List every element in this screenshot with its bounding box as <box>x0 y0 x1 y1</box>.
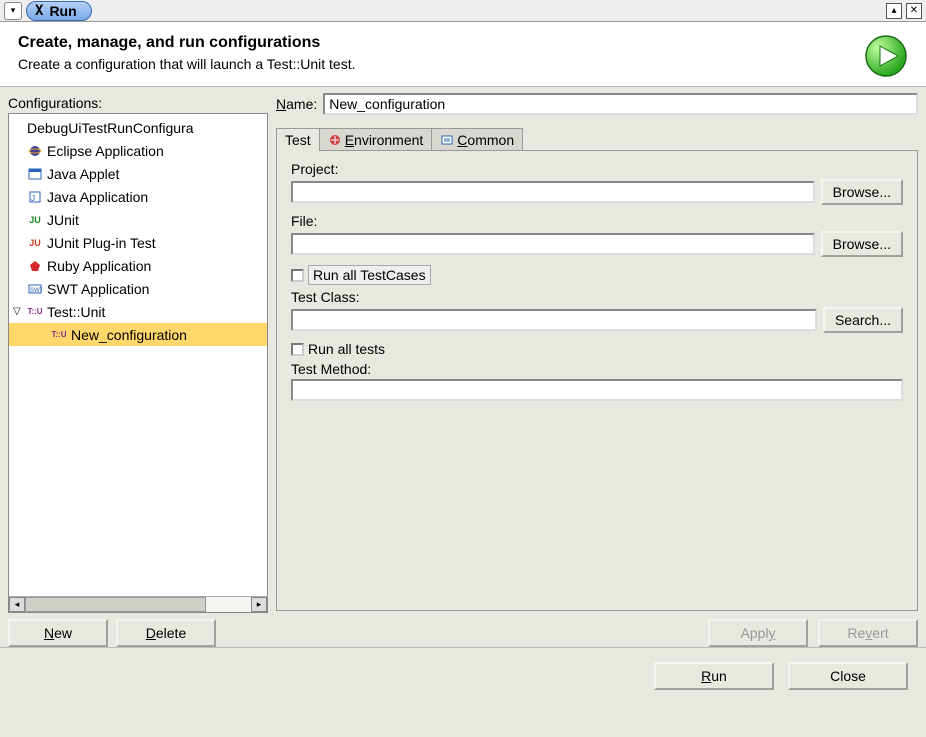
browse-file-button[interactable]: Browse... <box>821 231 903 257</box>
java-icon: J <box>27 189 43 205</box>
tree-item-label: Java Applet <box>47 166 119 182</box>
project-input[interactable] <box>291 181 815 203</box>
eclipse-icon <box>27 143 43 159</box>
run-button[interactable]: Run <box>654 662 774 690</box>
tab-label: Common <box>457 132 514 148</box>
revert-button[interactable]: Revert <box>818 619 918 647</box>
tree-item-eclipse[interactable]: Eclipse Application <box>9 139 267 162</box>
tree-item-label: JUnit <box>47 212 79 228</box>
svg-text:J: J <box>31 194 35 203</box>
name-label: Name: <box>276 96 317 112</box>
tree-item-label: New_configuration <box>71 327 187 343</box>
test-method-input[interactable] <box>291 379 903 401</box>
scroll-right-button[interactable]: ▸ <box>251 597 267 612</box>
window-menu-button[interactable]: ▾ <box>4 2 22 20</box>
tab-body-test: Project: Browse... File: Browse... Run a… <box>276 150 918 611</box>
tree-item-new-configuration[interactable]: T::U New_configuration <box>9 323 267 346</box>
tree-item-java-app[interactable]: J Java Application <box>9 185 267 208</box>
tree-item-label: DebugUiTestRunConfigura <box>27 120 194 136</box>
tree-item-ruby[interactable]: Ruby Application <box>9 254 267 277</box>
tree-item-label: Ruby Application <box>47 258 151 274</box>
testunit-icon: T::U <box>27 304 43 320</box>
expand-icon[interactable]: ▽ <box>13 306 21 317</box>
close-button[interactable]: Close <box>788 662 908 690</box>
header-subtitle: Create a configuration that will launch … <box>18 56 355 72</box>
tab-test[interactable]: Test <box>276 128 320 151</box>
shade-button[interactable]: ▴ <box>886 3 902 19</box>
tree-item-testunit[interactable]: ▽ T::U Test::Unit <box>9 300 267 323</box>
dialog-footer: Run Close <box>0 647 926 704</box>
tree-item-debugui[interactable]: DebugUiTestRunConfigura <box>9 116 267 139</box>
apply-button[interactable]: Apply <box>708 619 808 647</box>
test-class-label: Test Class: <box>291 289 903 305</box>
x-logo-icon: X <box>35 3 43 19</box>
scroll-left-button[interactable]: ◂ <box>9 597 25 612</box>
tree-item-label: JUnit Plug-in Test <box>47 235 156 251</box>
window-title-pill: X Run <box>26 1 92 21</box>
delete-button[interactable]: Delete <box>116 619 216 647</box>
swt-icon: SWT <box>27 281 43 297</box>
tree-item-junit[interactable]: JU JUnit <box>9 208 267 231</box>
tree-item-junit-plugin[interactable]: JU JUnit Plug-in Test <box>9 231 267 254</box>
run-all-tests-label: Run all tests <box>308 341 385 357</box>
configurations-label: Configurations: <box>8 93 268 113</box>
new-button[interactable]: New <box>8 619 108 647</box>
configurations-tree[interactable]: DebugUiTestRunConfigura Eclipse Applicat… <box>8 113 268 613</box>
scroll-thumb[interactable] <box>25 597 206 612</box>
name-input[interactable] <box>323 93 918 115</box>
applet-icon <box>27 166 43 182</box>
svg-text:SWT: SWT <box>30 288 42 294</box>
tab-environment[interactable]: Environment <box>319 128 433 151</box>
junit-icon: JU <box>27 212 43 228</box>
tree-item-label: Java Application <box>47 189 148 205</box>
environment-icon <box>328 133 342 147</box>
run-all-tests-checkbox[interactable] <box>291 343 304 356</box>
testunit-icon: T::U <box>51 327 67 343</box>
tree-item-label: Test::Unit <box>47 304 105 320</box>
header-title: Create, manage, and run configurations <box>18 34 355 52</box>
search-button[interactable]: Search... <box>823 307 903 333</box>
tab-common[interactable]: Common <box>431 128 523 151</box>
tree-item-java-applet[interactable]: Java Applet <box>9 162 267 185</box>
project-label: Project: <box>291 161 903 177</box>
tree-item-label: SWT Application <box>47 281 149 297</box>
dialog-header: Create, manage, and run configurations C… <box>0 22 926 87</box>
run-icon <box>864 34 908 78</box>
run-all-testcases-checkbox[interactable] <box>291 269 304 282</box>
file-label: File: <box>291 213 903 229</box>
tree-item-swt[interactable]: SWT SWT Application <box>9 277 267 300</box>
horizontal-scrollbar[interactable]: ◂ ▸ <box>9 596 267 612</box>
window-titlebar: ▾ X Run ▴ ✕ <box>0 0 926 22</box>
browse-project-button[interactable]: Browse... <box>821 179 903 205</box>
run-all-testcases-label: Run all TestCases <box>308 265 431 285</box>
close-window-button[interactable]: ✕ <box>906 3 922 19</box>
tab-label: Test <box>285 132 311 148</box>
junit-plugin-icon: JU <box>27 235 43 251</box>
common-icon <box>440 133 454 147</box>
file-input[interactable] <box>291 233 815 255</box>
test-method-label: Test Method: <box>291 361 903 377</box>
test-class-input[interactable] <box>291 309 817 331</box>
tabs: Test Environment Common <box>276 125 918 151</box>
window-title: Run <box>49 3 76 19</box>
tab-label: Environment <box>345 132 424 148</box>
ruby-icon <box>27 258 43 274</box>
tree-item-label: Eclipse Application <box>47 143 164 159</box>
